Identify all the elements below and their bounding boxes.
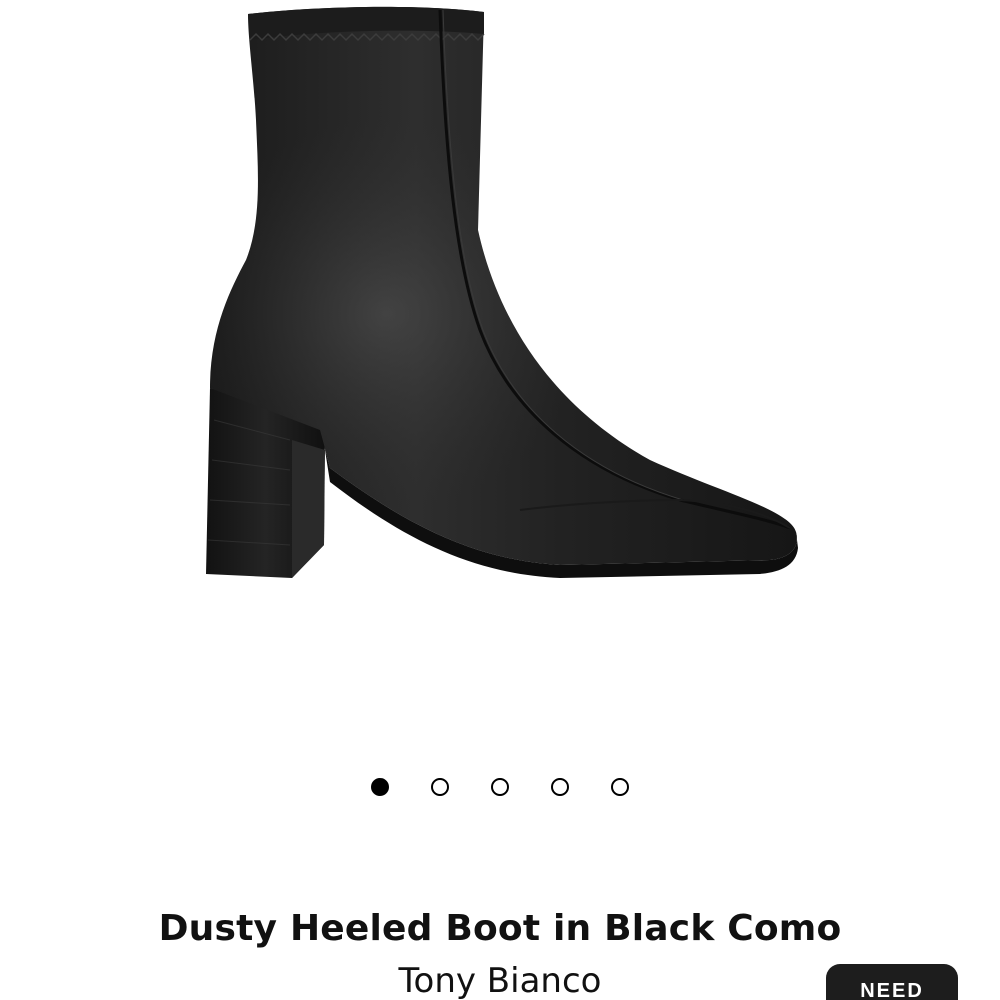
help-chat-label: NEED <box>860 980 924 1000</box>
carousel-dot-4[interactable] <box>551 778 569 796</box>
carousel-dots <box>0 778 1000 796</box>
boot-image <box>206 6 798 578</box>
product-title: Dusty Heeled Boot in Black Como <box>158 908 842 949</box>
help-chat-button[interactable]: NEED <box>826 964 958 1000</box>
carousel-dot-2[interactable] <box>431 778 449 796</box>
carousel-dot-3[interactable] <box>491 778 509 796</box>
carousel-dot-1[interactable] <box>371 778 389 796</box>
carousel-dot-5[interactable] <box>611 778 629 796</box>
product-gallery[interactable] <box>0 0 1000 830</box>
product-page: Dusty Heeled Boot in Black Como Tony Bia… <box>0 0 1000 1000</box>
